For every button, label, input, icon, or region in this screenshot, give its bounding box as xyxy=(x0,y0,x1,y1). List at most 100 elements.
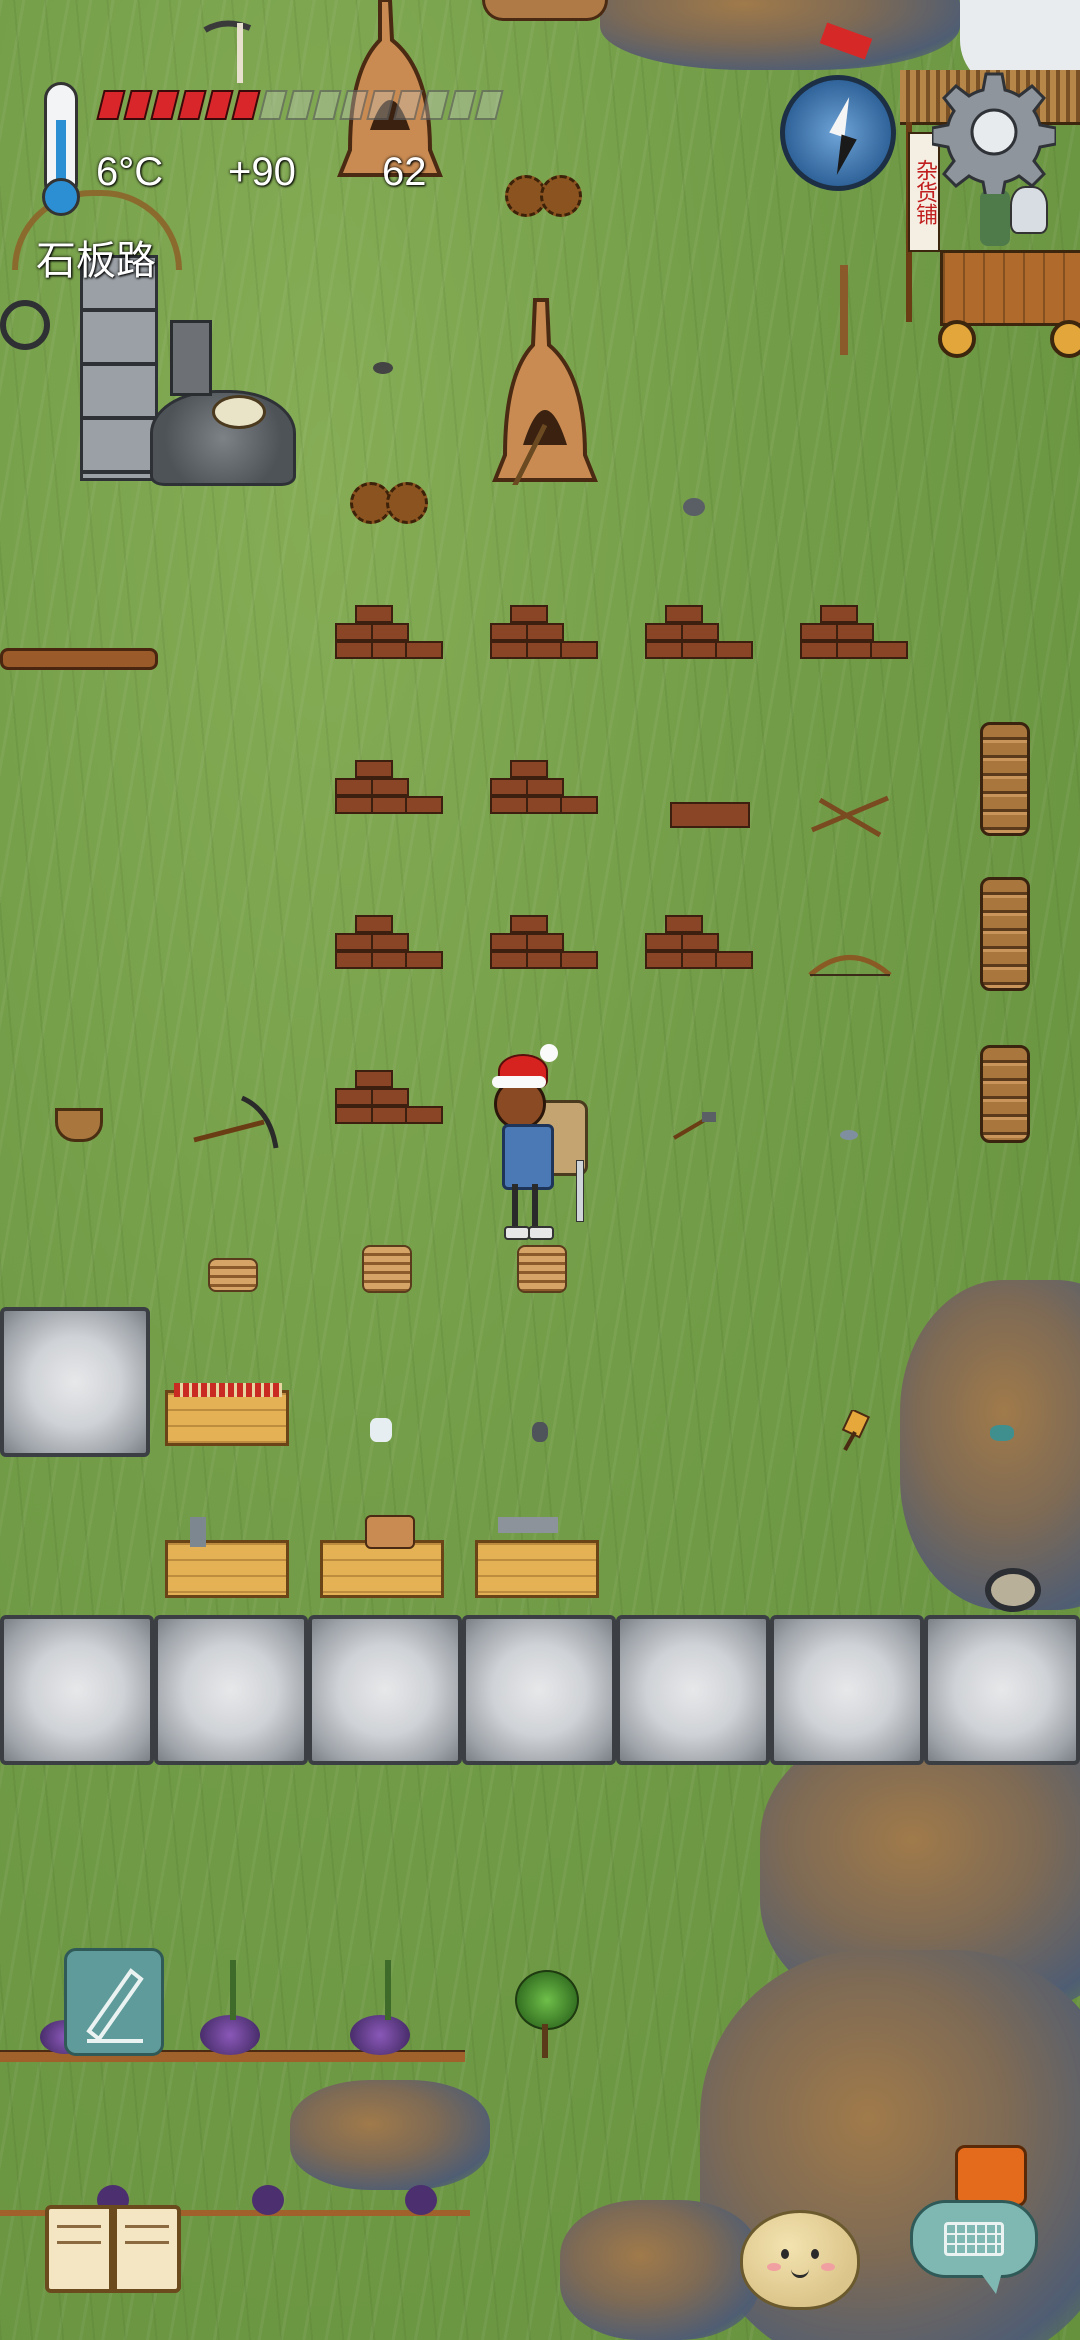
health-segment-empty xyxy=(258,90,288,120)
tree-trunk xyxy=(542,2024,548,2058)
health-segment-filled xyxy=(123,90,153,120)
crate-with-tools[interactable] xyxy=(165,1383,289,1446)
compass-icon[interactable] xyxy=(780,75,896,191)
bow-drill[interactable] xyxy=(805,945,895,985)
cabbage-plant[interactable] xyxy=(350,2015,410,2055)
stone-floor-tile[interactable] xyxy=(0,1307,150,1457)
piston xyxy=(170,320,212,396)
health-segment-empty xyxy=(339,90,369,120)
cabbage-plant[interactable] xyxy=(200,2015,260,2055)
gear-icon[interactable] xyxy=(930,70,1058,200)
tool xyxy=(190,1517,206,1547)
pickaxe[interactable] xyxy=(195,8,255,88)
pulley-wheel[interactable] xyxy=(0,300,50,350)
stall-wheel xyxy=(1050,320,1080,358)
burdock-pod[interactable] xyxy=(386,482,428,524)
stone-pillar[interactable] xyxy=(80,255,158,481)
adobe-kiln[interactable] xyxy=(485,295,605,485)
crate[interactable] xyxy=(320,1515,444,1598)
potato-face-icon[interactable] xyxy=(740,2210,860,2310)
plate-stack[interactable] xyxy=(208,1258,258,1292)
small-stone[interactable] xyxy=(373,362,393,374)
hat-brim xyxy=(492,1076,546,1088)
stone-floor-tile[interactable] xyxy=(154,1615,308,1765)
tool-bundle xyxy=(174,1383,282,1397)
small-stone[interactable] xyxy=(840,1130,858,1140)
location-label: 石板路 xyxy=(36,238,156,284)
stone-floor-tile[interactable] xyxy=(924,1615,1080,1765)
health-segment-filled xyxy=(231,90,261,120)
thermometer-icon[interactable] xyxy=(38,82,84,217)
health-segment-empty xyxy=(474,90,504,120)
small-stone[interactable] xyxy=(683,498,705,516)
sapling-tree[interactable] xyxy=(515,1970,579,2030)
book-icon[interactable] xyxy=(45,2205,185,2297)
adobe-brick-pile[interactable] xyxy=(335,605,443,677)
health-segment-filled xyxy=(96,90,126,120)
burdock-pod[interactable] xyxy=(540,175,582,217)
adobe-brick-pile[interactable] xyxy=(490,760,598,832)
crossed-sticks[interactable] xyxy=(810,790,890,840)
adobe-brick-pile[interactable] xyxy=(645,605,753,677)
crate[interactable] xyxy=(475,1517,599,1598)
cabbage-plant[interactable] xyxy=(405,2185,437,2215)
plant-stalk xyxy=(385,1960,391,2020)
stone-floor-tile[interactable] xyxy=(308,1615,462,1765)
health-segment-empty xyxy=(447,90,477,120)
adobe-brick-pile[interactable] xyxy=(490,915,598,987)
mud-patch xyxy=(290,2080,490,2190)
bucket[interactable] xyxy=(212,395,266,429)
player-character[interactable] xyxy=(480,1040,610,1250)
stall-wheel xyxy=(938,320,976,358)
shoe xyxy=(504,1226,530,1240)
adobe-kiln-top[interactable] xyxy=(482,0,608,21)
stick[interactable] xyxy=(840,265,848,355)
shoe xyxy=(528,1226,554,1240)
adobe-brick-pile[interactable] xyxy=(335,915,443,987)
adobe-brick-pile[interactable] xyxy=(490,605,598,677)
orange-barrel[interactable] xyxy=(955,2145,1027,2207)
pencil-note-icon xyxy=(86,1968,144,2043)
stone-floor-tile[interactable] xyxy=(770,1615,924,1765)
knife xyxy=(576,1160,584,1222)
white-stone[interactable] xyxy=(370,1418,392,1442)
plate-stack[interactable] xyxy=(362,1245,412,1293)
adobe-brick-pile[interactable] xyxy=(335,1070,443,1142)
flint-chip[interactable] xyxy=(532,1422,548,1442)
bottle xyxy=(980,190,1010,246)
health-segment-empty xyxy=(312,90,342,120)
bowl[interactable] xyxy=(55,1108,103,1142)
food-bonus-value: +90 xyxy=(228,150,296,194)
basket-stack[interactable] xyxy=(980,877,1030,991)
adobe-brick[interactable] xyxy=(670,802,750,828)
stone-floor-tile[interactable] xyxy=(462,1615,616,1765)
mud-patch xyxy=(900,1280,1080,1610)
adobe-brick-pile[interactable] xyxy=(800,605,908,677)
steel-pickaxe[interactable] xyxy=(192,1092,282,1152)
keyboard-chat-icon[interactable] xyxy=(910,2200,1038,2300)
stone-floor-tile[interactable] xyxy=(0,1615,154,1765)
bucket xyxy=(365,1515,415,1549)
hammer[interactable] xyxy=(672,1110,722,1140)
stall-counter xyxy=(940,250,1080,326)
mud-patch xyxy=(600,0,960,70)
chisel[interactable] xyxy=(835,1410,875,1454)
log[interactable] xyxy=(0,648,158,670)
basket-stack[interactable] xyxy=(980,722,1030,836)
note-button[interactable] xyxy=(64,1948,164,2056)
health-segment-filled xyxy=(177,90,207,120)
health-bar xyxy=(96,86,506,126)
cabbage-plant[interactable] xyxy=(252,2185,284,2215)
plate-stack[interactable] xyxy=(517,1245,567,1293)
mud-patch xyxy=(560,2200,760,2340)
crate[interactable] xyxy=(165,1517,289,1598)
temperature-value: 6°C xyxy=(96,150,164,194)
stone-floor-tile[interactable] xyxy=(616,1615,770,1765)
wheel-pair[interactable] xyxy=(985,1568,1041,1612)
adobe-brick-pile[interactable] xyxy=(335,760,443,832)
health-segment-empty xyxy=(285,90,315,120)
player-leg xyxy=(512,1184,518,1228)
gem-stone[interactable] xyxy=(990,1425,1014,1441)
adobe-brick-pile[interactable] xyxy=(645,915,753,987)
basket-stack[interactable] xyxy=(980,1045,1030,1143)
